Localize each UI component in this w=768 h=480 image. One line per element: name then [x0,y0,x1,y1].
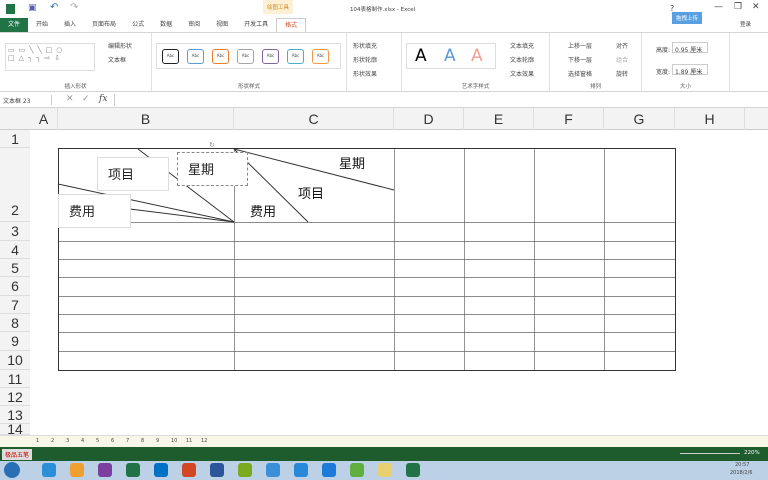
sheet-tab[interactable]: 5 [96,438,99,444]
taskbar-app-icon[interactable] [378,463,392,477]
text-box-item[interactable]: 项目 [97,157,169,191]
sheet-tab[interactable]: 3 [66,438,69,444]
start-button[interactable] [4,462,20,478]
sheet-tab[interactable]: 9 [156,438,159,444]
zoom-level[interactable]: 220% [744,450,760,456]
taskbar-app-icon[interactable] [322,463,336,477]
row-header-6[interactable]: 6 [0,277,30,296]
taskbar-app-icon[interactable] [294,463,308,477]
clock-time: 20:57 [735,462,750,468]
row-header-1[interactable]: 1 [0,130,30,148]
taskbar-app-icon[interactable] [266,463,280,477]
row-header-3[interactable]: 3 [0,222,30,241]
ime-indicator[interactable]: 极品五笔 [2,449,33,460]
taskbar: 20:57 2018/2/6 [0,461,768,480]
row-header-8[interactable]: 8 [0,314,30,332]
cell-cost: 费用 [250,205,277,220]
row-header-12[interactable]: 12 [0,388,30,406]
sheet-tab[interactable]: 2 [51,438,54,444]
row-header-7[interactable]: 7 [0,296,30,314]
row-header-4[interactable]: 4 [0,241,30,259]
cell-item: 项目 [298,187,325,202]
zoom-slider[interactable] [680,453,740,454]
text-box-cost[interactable]: 费用 [58,194,131,228]
sheet-tab[interactable]: 6 [111,438,114,444]
row-header-9[interactable]: 9 [0,332,30,351]
row-header-5[interactable]: 5 [0,259,30,277]
sheet-tab[interactable]: 10 [171,438,177,444]
cell-week: 星期 [339,157,366,172]
taskbar-app-icon[interactable] [70,463,84,477]
taskbar-app-icon[interactable] [182,463,196,477]
taskbar-app-icon[interactable] [154,463,168,477]
taskbar-app-icon[interactable] [210,463,224,477]
taskbar-app-icon[interactable] [238,463,252,477]
row-header-11[interactable]: 11 [0,370,30,388]
taskbar-app-icon[interactable] [350,463,364,477]
sheet-tab[interactable]: 4 [81,438,84,444]
row-header-2[interactable]: 2 [0,148,30,222]
sheet-tab[interactable]: 1 [36,438,39,444]
row-header-10[interactable]: 10 [0,351,30,370]
sheet-tab[interactable]: 11 [186,438,192,444]
row-header-14[interactable]: 14 [0,422,30,436]
taskbar-app-icon[interactable] [98,463,112,477]
rotate-handle-icon[interactable]: ↻ [209,141,215,149]
sheet-tab[interactable]: 8 [141,438,144,444]
sheet-tabs: 1 2 3 4 5 6 7 8 9 10 11 12 [0,435,768,447]
taskbar-app-icon[interactable] [126,463,140,477]
clock-date: 2018/2/6 [730,470,753,476]
taskbar-app-icon[interactable] [406,463,420,477]
sheet-tab[interactable]: 12 [201,438,207,444]
status-bar: 极品五笔 220% [0,447,768,461]
text-box-week-selected[interactable]: 星期 [177,152,248,186]
taskbar-app-icon[interactable] [42,463,56,477]
sheet-tab[interactable]: 7 [126,438,129,444]
